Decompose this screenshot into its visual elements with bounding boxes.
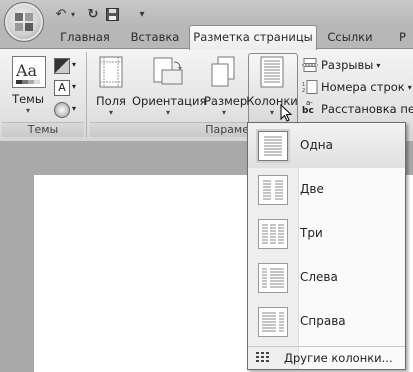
breaks-button[interactable]: Разрывы ▾	[302, 56, 380, 74]
orientation-label[interactable]: Ориентация	[132, 94, 206, 108]
columns-two-label: Две	[300, 182, 324, 196]
themes-icon[interactable]: Aa	[12, 56, 46, 88]
mouse-cursor-icon	[280, 103, 293, 125]
columns-one-label: Одна	[300, 138, 333, 152]
line-numbers-icon: 12	[302, 80, 318, 94]
line-numbers-label: Номера строк	[321, 80, 405, 94]
columns-left-item[interactable]: Слева	[248, 256, 405, 300]
columns-three-item[interactable]: Три	[248, 212, 405, 256]
redo-icon[interactable]: ↻	[86, 6, 100, 22]
hyphenation-icon: a-bc	[302, 99, 314, 116]
undo-dropdown-icon[interactable]: ▾	[68, 6, 78, 22]
columns-icon	[259, 56, 285, 90]
more-columns-item[interactable]: Другие колонки...	[248, 346, 405, 369]
margins-icon[interactable]	[98, 56, 126, 90]
hyphenation-label: Расстановка пере	[321, 102, 413, 116]
more-columns-icon	[256, 352, 270, 366]
theme-colors-icon[interactable]	[54, 58, 70, 74]
breaks-icon	[302, 58, 318, 72]
office-logo-icon	[15, 13, 33, 31]
orientation-dropdown-icon[interactable]: ▾	[132, 108, 204, 117]
two-columns-icon	[258, 175, 288, 205]
three-columns-icon	[258, 219, 288, 249]
tab-mailings[interactable]: Р	[392, 26, 413, 48]
columns-one-item[interactable]: Одна	[248, 124, 405, 168]
tab-page-layout[interactable]: Разметка страницы	[189, 25, 317, 50]
size-label[interactable]: Размер	[204, 94, 247, 108]
theme-fonts-icon[interactable]: A	[54, 80, 70, 96]
size-dropdown-icon[interactable]: ▾	[204, 108, 244, 117]
hyphenation-button[interactable]: a-bc Расстановка пере	[302, 99, 413, 118]
columns-three-label: Три	[300, 226, 323, 240]
themes-group-label: Темы	[2, 122, 84, 137]
columns-two-item[interactable]: Две	[248, 168, 405, 212]
theme-fonts-dropdown-icon[interactable]: ▾	[72, 82, 76, 91]
line-numbers-button[interactable]: 12 Номера строк ▾	[302, 78, 412, 96]
orientation-icon[interactable]	[152, 56, 186, 90]
office-button[interactable]	[4, 2, 44, 42]
right-column-icon	[258, 307, 288, 337]
breaks-label: Разрывы	[321, 58, 374, 72]
svg-text:2: 2	[302, 88, 305, 94]
margins-label[interactable]: Поля	[90, 94, 132, 108]
undo-icon[interactable]: ↶	[54, 6, 68, 22]
page-setup-group-label: Параме	[90, 122, 249, 137]
one-column-icon	[258, 131, 288, 161]
size-icon[interactable]	[210, 56, 236, 90]
tab-references[interactable]: Ссылки	[320, 26, 380, 48]
save-icon[interactable]	[104, 6, 120, 22]
theme-colors-dropdown-icon[interactable]: ▾	[72, 60, 76, 69]
columns-menu: Одна Две Три Слева Справа Другие колонки…	[247, 122, 406, 370]
left-column-icon	[258, 263, 288, 293]
columns-right-item[interactable]: Справа	[248, 300, 405, 344]
more-columns-label: Другие колонки...	[284, 351, 393, 365]
theme-effects-dropdown-icon[interactable]: ▾	[72, 104, 76, 113]
tab-insert[interactable]: Вставка	[124, 26, 186, 48]
theme-effects-icon[interactable]	[54, 102, 70, 118]
customize-qat-icon[interactable]: ▾	[136, 6, 148, 22]
columns-right-label: Справа	[300, 314, 346, 328]
group-separator	[86, 52, 87, 138]
line-numbers-dropdown-icon: ▾	[407, 82, 412, 92]
tab-home[interactable]: Главная	[50, 26, 120, 48]
columns-left-label: Слева	[300, 270, 338, 284]
breaks-dropdown-icon: ▾	[376, 60, 381, 70]
themes-button-label[interactable]: Темы	[8, 92, 48, 106]
themes-dropdown-icon[interactable]: ▾	[8, 106, 48, 115]
margins-dropdown-icon[interactable]: ▾	[90, 108, 132, 117]
